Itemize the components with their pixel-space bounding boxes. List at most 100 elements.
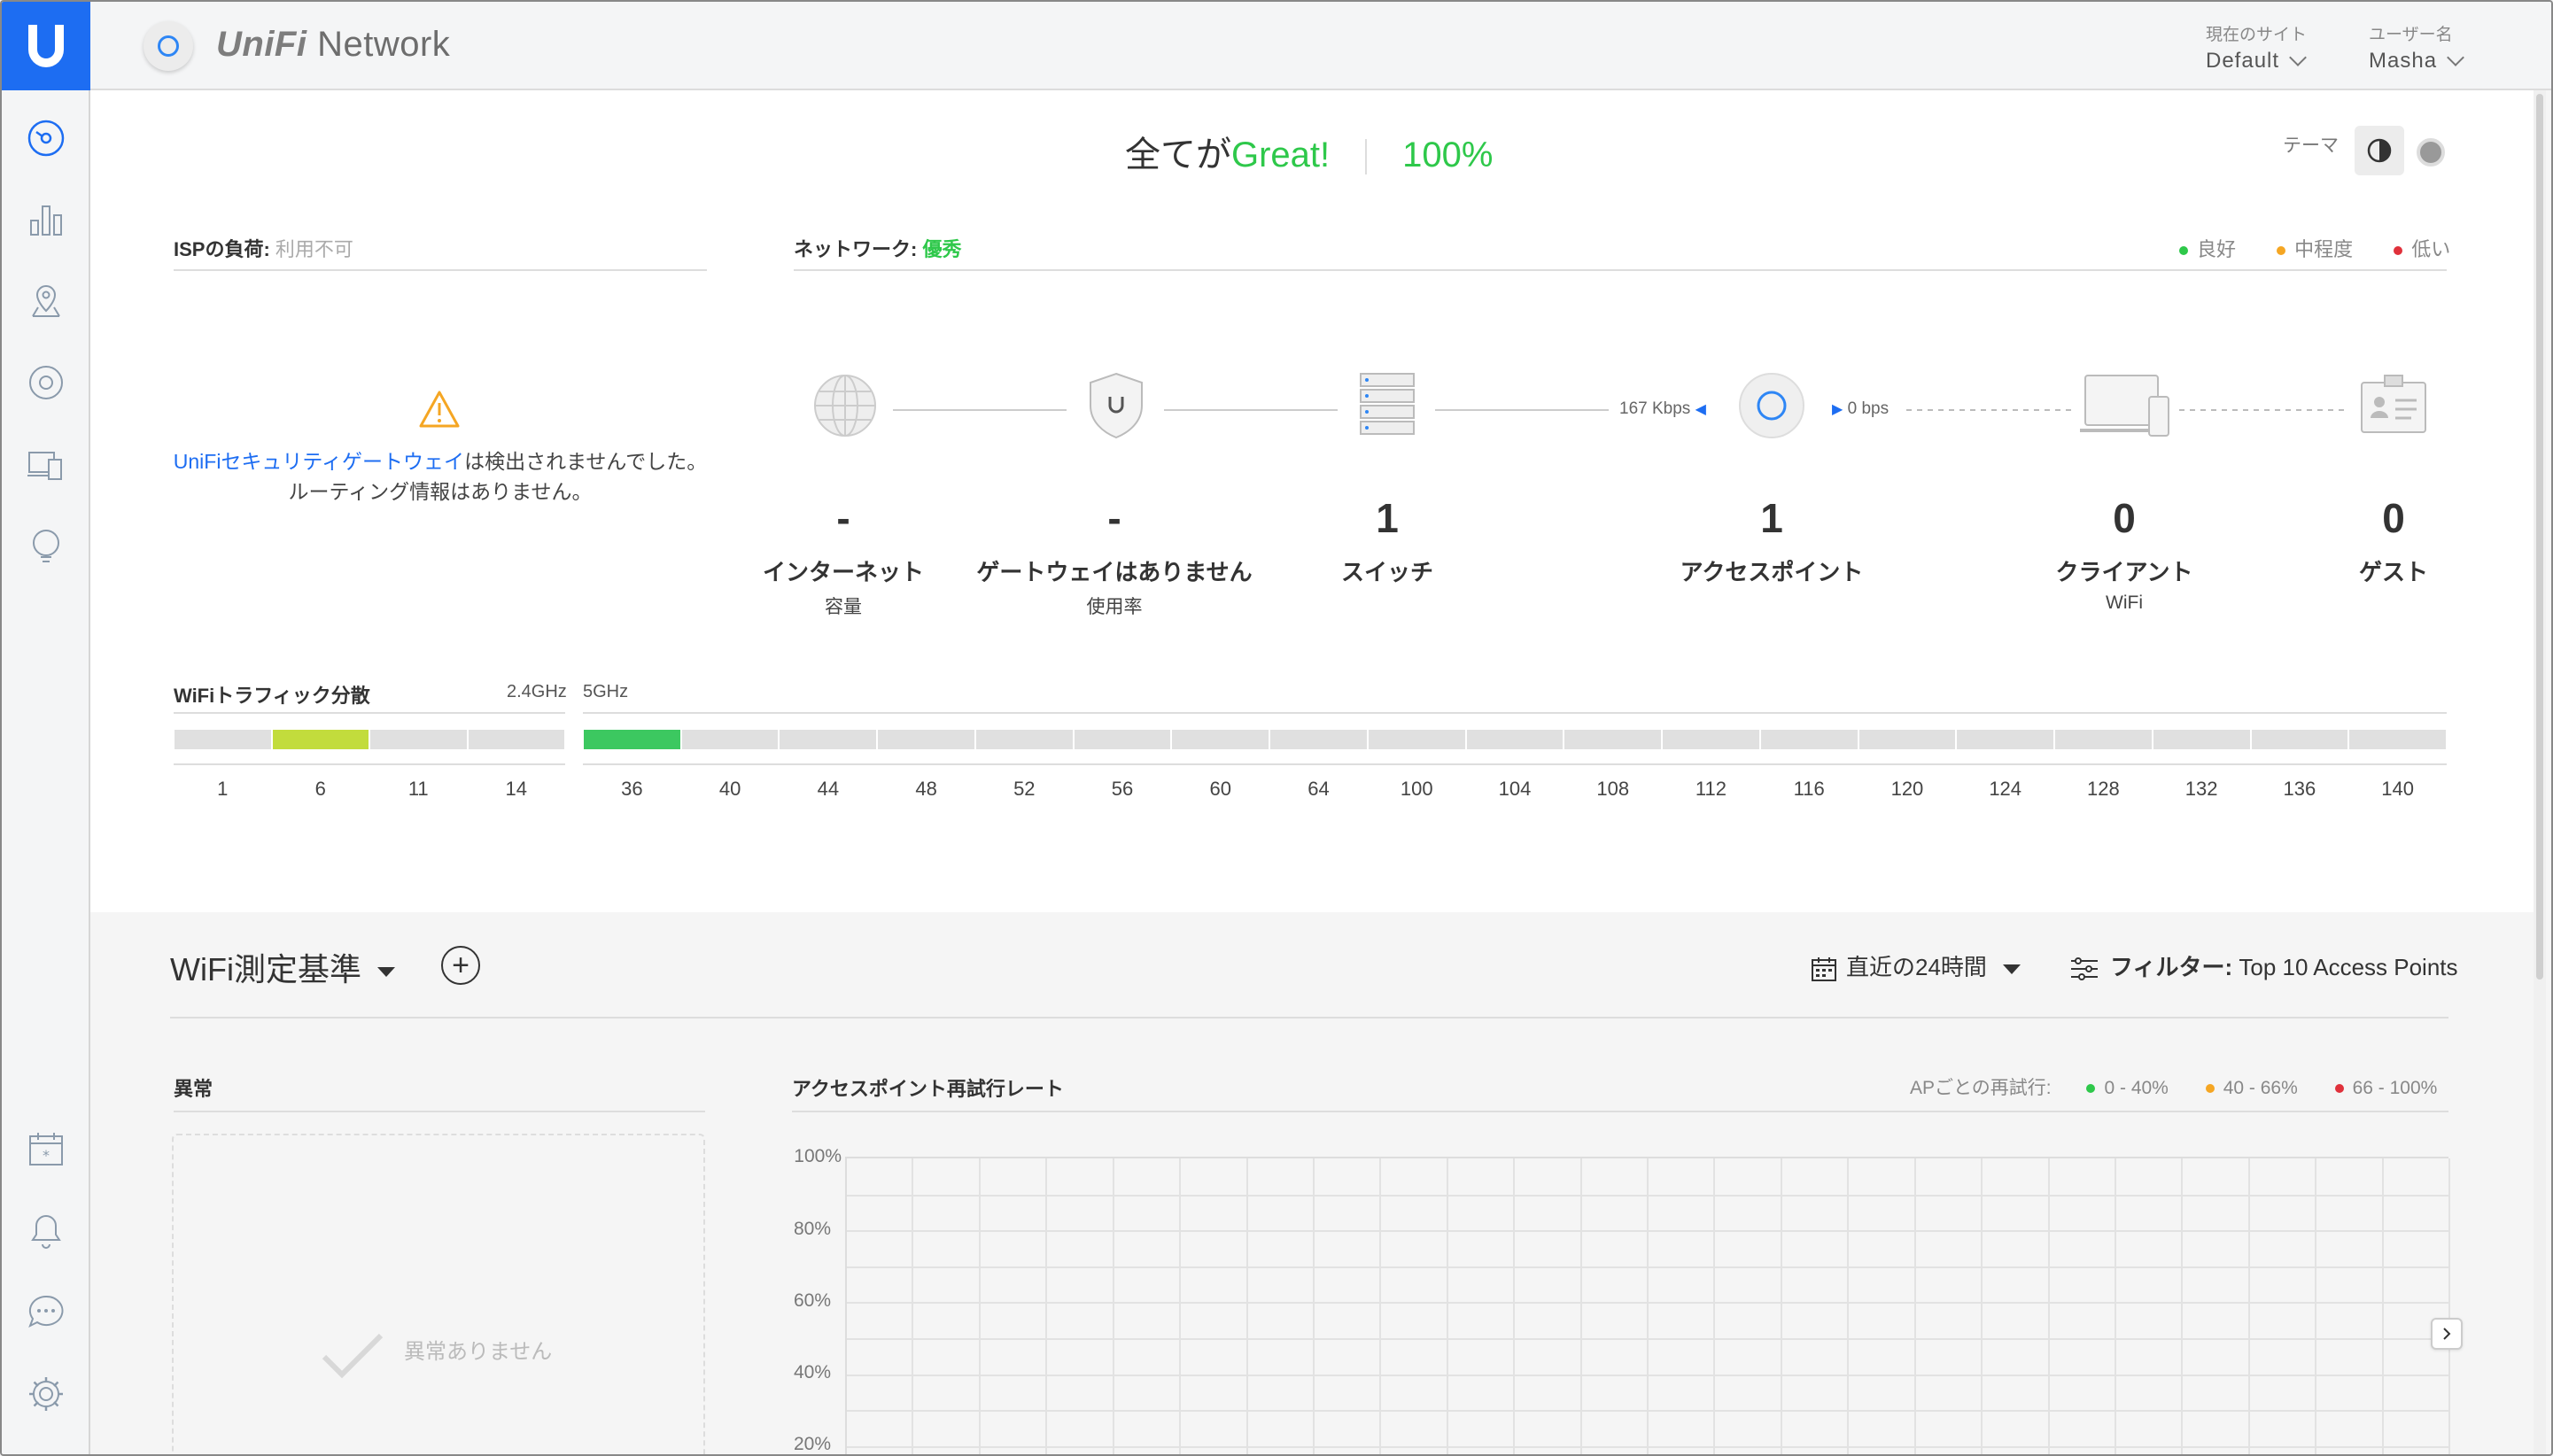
divider xyxy=(170,1017,2448,1018)
internet-globe-icon[interactable] xyxy=(810,370,881,441)
medium-dot-icon xyxy=(2277,246,2286,256)
client-devices-icon[interactable] xyxy=(2080,370,2172,441)
warning-icon xyxy=(419,391,460,428)
sidebar: * xyxy=(2,2,90,1454)
metric-gateway[interactable]: - ゲートウェイはありません 使用率 xyxy=(973,491,1256,619)
calendar-icon xyxy=(1812,957,1836,982)
status-value: Great! xyxy=(1231,136,1331,174)
channel-cell-116 xyxy=(1760,730,1858,749)
network-title: ネットワーク: 優秀 xyxy=(794,234,961,262)
chart-next-button[interactable] xyxy=(2431,1318,2463,1350)
alerts-icon[interactable] xyxy=(25,1210,67,1252)
add-widget-button[interactable]: + xyxy=(441,946,480,985)
channel-label: 108 xyxy=(1596,778,1630,800)
anomalies-box xyxy=(172,1134,705,1454)
retry-legend-mid: 40 - 66% xyxy=(2223,1078,2298,1098)
channel-cell-52 xyxy=(975,730,1073,749)
metric-value: 1 xyxy=(1376,495,1399,541)
statistics-icon[interactable] xyxy=(25,198,67,241)
channel-label: 48 xyxy=(915,778,937,800)
plus-icon: + xyxy=(452,949,469,982)
metric-clients[interactable]: 0 クライアント WiFi xyxy=(1983,491,2266,614)
events-icon[interactable]: * xyxy=(25,1128,67,1171)
connection-line xyxy=(1164,409,1338,411)
retry-legend-label: APごとの再試行: xyxy=(1910,1078,2052,1098)
channel-label: 44 xyxy=(817,778,840,800)
contrast-icon xyxy=(2367,138,2392,163)
chevron-right-icon xyxy=(2443,1328,2451,1340)
filter-selector[interactable]: フィルター: Top 10 Access Points xyxy=(2069,949,2458,982)
page-scrollbar[interactable] xyxy=(2534,90,2546,1454)
metric-internet[interactable]: - インターネット 容量 xyxy=(702,491,985,619)
channel-cell-124 xyxy=(1957,730,2054,749)
status-prefix: 全てが xyxy=(1125,136,1231,174)
channel-cell-140 xyxy=(2349,730,2446,749)
security-gateway-link[interactable]: UniFiセキュリティゲートウェイ xyxy=(174,450,464,473)
brand-prefix: UniFi xyxy=(216,25,307,64)
time-range-dropdown[interactable]: 直近の24時間 xyxy=(1811,949,2021,982)
channel-label: 56 xyxy=(1111,778,1134,800)
metric-value: 1 xyxy=(1760,495,1783,541)
time-range-value: 直近の24時間 xyxy=(1846,954,1987,980)
dashboard-icon[interactable] xyxy=(25,117,67,159)
settings-icon[interactable] xyxy=(25,1373,67,1415)
metric-name: クライアント xyxy=(2055,559,2193,585)
network-legend: 良好 中程度 低い xyxy=(2179,234,2450,262)
clients-icon[interactable] xyxy=(25,443,67,485)
metric-name: ゲートウェイはありません xyxy=(976,559,1253,585)
access-point-icon[interactable] xyxy=(1736,370,1807,441)
switch-stack-icon[interactable] xyxy=(1352,370,1423,441)
theme-dark-option[interactable] xyxy=(2417,138,2445,167)
metric-value: 0 xyxy=(2113,495,2136,541)
no-anomalies-text: 異常ありません xyxy=(404,1340,553,1364)
grid-line-horizontal xyxy=(847,1266,2450,1268)
channel-label: 100 xyxy=(1400,778,1433,800)
ubiquiti-logo-icon[interactable] xyxy=(2,2,90,90)
channel-label: 60 xyxy=(1209,778,1232,800)
insights-icon[interactable] xyxy=(25,524,67,567)
channel-label: 120 xyxy=(1890,778,1924,800)
isp-load-title: ISPの負荷: 利用不可 xyxy=(174,234,353,262)
scrollbar-thumb[interactable] xyxy=(2536,94,2543,980)
retry-rate-title: アクセスポイント再試行レート xyxy=(792,1078,1064,1100)
low-dot-icon xyxy=(2394,246,2403,256)
devices-icon[interactable] xyxy=(25,361,67,404)
wifi-metrics-dropdown[interactable]: WiFi測定基準 xyxy=(170,944,395,990)
app-window: * UniFi Network 現在のサイト Default ユーザー名 Mas… xyxy=(0,0,2553,1456)
filter-value: Top 10 Access Points xyxy=(2239,954,2458,980)
checkmark-icon xyxy=(322,1333,384,1379)
map-icon[interactable] xyxy=(25,280,67,322)
anomalies-title: 異常 xyxy=(174,1078,213,1100)
grid-line-horizontal xyxy=(847,1374,2450,1376)
wifi-metrics-title: WiFi測定基準 xyxy=(170,951,361,987)
channel-cell-136 xyxy=(2251,730,2348,749)
y-tick: 40% xyxy=(793,1362,831,1382)
user-value: Masha xyxy=(2369,49,2438,73)
y-tick: 100% xyxy=(794,1146,842,1166)
metric-value: - xyxy=(1107,495,1121,541)
divider xyxy=(794,269,2447,271)
chat-icon[interactable] xyxy=(25,1291,67,1334)
channel-cell-104 xyxy=(1466,730,1564,749)
guest-badge-icon[interactable] xyxy=(2358,370,2429,441)
metric-guests[interactable]: 0 ゲスト xyxy=(2252,491,2535,592)
channel-cell-128 xyxy=(2055,730,2152,749)
grid-line-horizontal xyxy=(847,1230,2450,1233)
arrow-right-icon: ▶ xyxy=(1832,402,1843,417)
isp-value: 利用不可 xyxy=(275,238,353,260)
channel-label: 1 xyxy=(217,778,229,800)
channel-bar-5ghz xyxy=(583,730,2447,749)
metric-switch[interactable]: 1 スイッチ xyxy=(1245,491,1529,592)
connection-line-dashed xyxy=(1906,409,2075,411)
channel-label: 11 xyxy=(407,778,429,800)
metric-access-point[interactable]: 1 アクセスポイント xyxy=(1630,491,1913,592)
site-label: 現在のサイト xyxy=(2206,26,2308,44)
site-selector[interactable]: 現在のサイト Default xyxy=(2206,21,2307,74)
gateway-shield-icon[interactable] xyxy=(1081,370,1152,441)
y-tick: 60% xyxy=(793,1290,831,1311)
theme-toggle-button[interactable] xyxy=(2355,126,2404,175)
divider xyxy=(1365,139,1368,175)
upload-rate-value: 167 Kbps xyxy=(1619,399,1691,418)
user-selector[interactable]: ユーザー名 Masha xyxy=(2369,21,2464,74)
metric-sub: 使用率 xyxy=(1086,597,1143,617)
